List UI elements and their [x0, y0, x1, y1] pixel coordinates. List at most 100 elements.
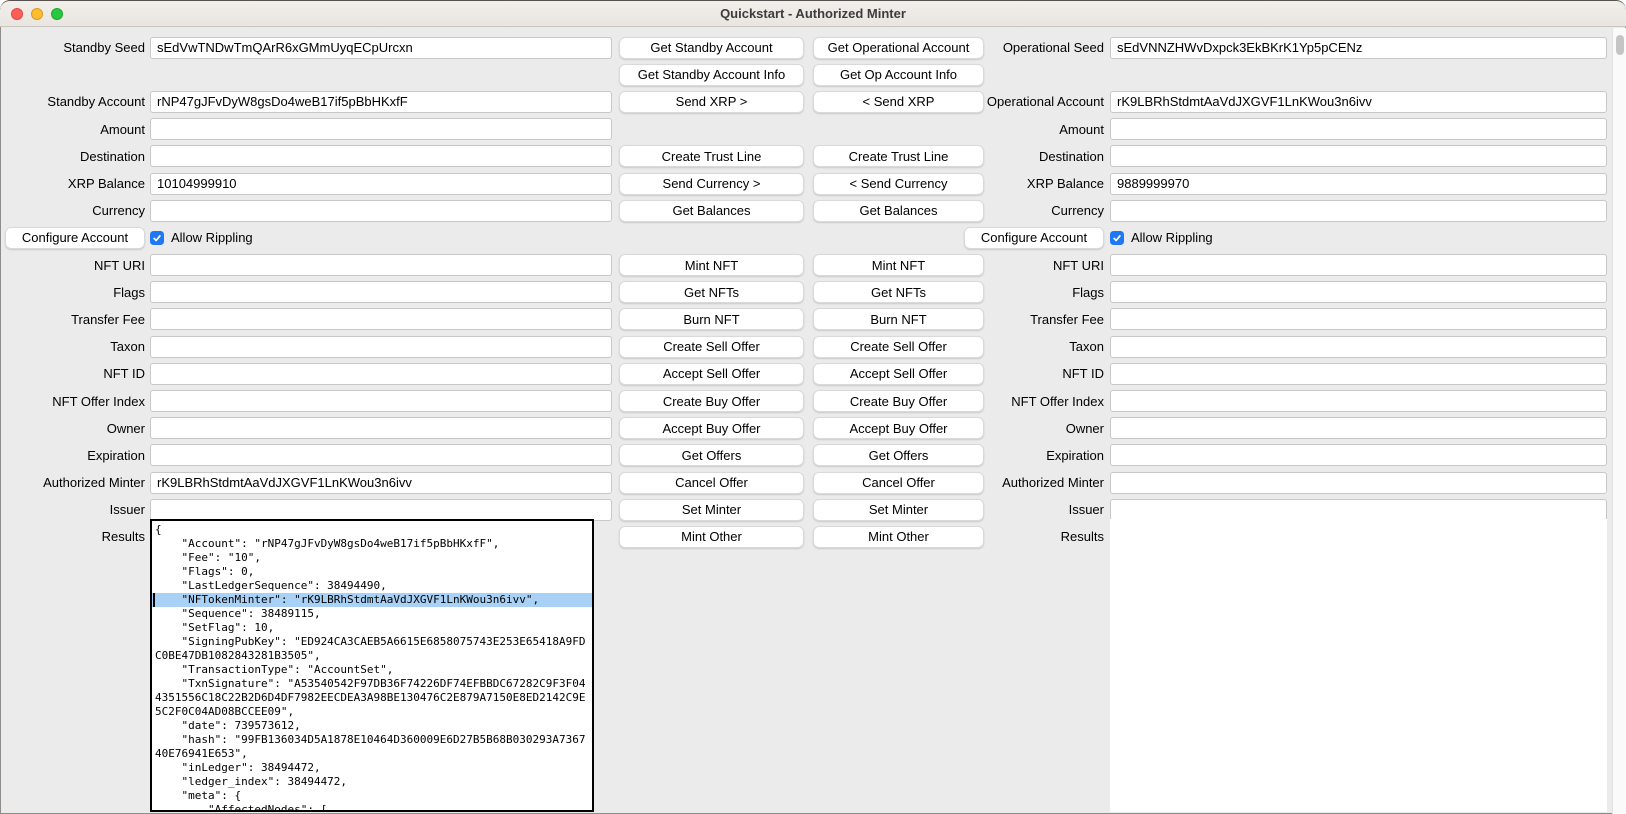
check-icon: [152, 233, 162, 243]
zoom-window-button[interactable]: [51, 8, 63, 20]
title-bar: Quickstart - Authorized Minter: [0, 0, 1626, 27]
operational-destination-input[interactable]: [1110, 145, 1607, 167]
accept-buy-offer-standby-button[interactable]: Accept Buy Offer: [619, 417, 804, 439]
allow-rippling-standby-checkbox[interactable]: [150, 231, 164, 245]
standby-nft-uri-label: NFT URI: [94, 258, 145, 273]
operational-amount-label: Amount: [1059, 122, 1104, 137]
operational-nft-offer-index-input[interactable]: [1110, 390, 1607, 412]
standby-currency-input[interactable]: [150, 200, 612, 222]
standby-xrp-balance-label: XRP Balance: [68, 176, 145, 191]
scrollbar-track[interactable]: [1612, 28, 1626, 814]
operational-nft-uri-input[interactable]: [1110, 254, 1607, 276]
standby-account-label: Standby Account: [47, 94, 145, 109]
set-minter-standby-button[interactable]: Set Minter: [619, 499, 804, 521]
cancel-offer-standby-button[interactable]: Cancel Offer: [619, 472, 804, 494]
standby-button-column: Get Standby Account Get Standby Account …: [619, 34, 804, 551]
accept-sell-offer-standby-button[interactable]: Accept Sell Offer: [619, 363, 804, 385]
standby-nft-offer-index-label: NFT Offer Index: [52, 394, 145, 409]
standby-issuer-label: Issuer: [110, 502, 145, 517]
configure-account-standby-button[interactable]: Configure Account: [5, 227, 145, 249]
operational-xrp-balance-input[interactable]: [1110, 173, 1607, 195]
operational-results-textarea[interactable]: [1110, 519, 1607, 812]
operational-nft-uri-label: NFT URI: [1053, 258, 1104, 273]
operational-entry-column: Allow Rippling: [1110, 34, 1607, 523]
mint-other-standby-button[interactable]: Mint Other: [619, 526, 804, 548]
standby-taxon-input[interactable]: [150, 336, 612, 358]
standby-owner-label: Owner: [107, 421, 145, 436]
traffic-lights: [11, 1, 63, 26]
standby-destination-label: Destination: [80, 149, 145, 164]
standby-currency-label: Currency: [92, 203, 145, 218]
operational-seed-input[interactable]: [1110, 37, 1607, 59]
operational-flags-input[interactable]: [1110, 281, 1607, 303]
burn-nft-standby-button[interactable]: Burn NFT: [619, 308, 804, 330]
operational-taxon-label: Taxon: [1069, 339, 1104, 354]
standby-nft-uri-input[interactable]: [150, 254, 612, 276]
app-window: Quickstart - Authorized Minter Standby S…: [0, 0, 1626, 814]
allow-rippling-standby-label: Allow Rippling: [171, 230, 253, 245]
operational-transfer-fee-label: Transfer Fee: [1030, 312, 1104, 327]
operational-expiration-label: Expiration: [1046, 448, 1104, 463]
standby-transfer-fee-label: Transfer Fee: [71, 312, 145, 327]
operational-nft-id-label: NFT ID: [1062, 366, 1104, 381]
standby-taxon-label: Taxon: [110, 339, 145, 354]
standby-expiration-input[interactable]: [150, 444, 612, 466]
standby-account-input[interactable]: [150, 91, 612, 113]
standby-nft-offer-index-input[interactable]: [150, 390, 612, 412]
standby-label-column: Standby Seed Standby Account Amount Dest…: [2, 34, 145, 551]
operational-amount-input[interactable]: [1110, 118, 1607, 140]
operational-nft-offer-index-label: NFT Offer Index: [1011, 394, 1104, 409]
standby-results-textarea[interactable]: { "Account": "rNP47gJFvDyW8gsDo4weB17if5…: [150, 519, 594, 812]
standby-seed-input[interactable]: [150, 37, 612, 59]
minimize-window-button[interactable]: [31, 8, 43, 20]
get-offers-standby-button[interactable]: Get Offers: [619, 444, 804, 466]
standby-nft-id-label: NFT ID: [103, 366, 145, 381]
standby-flags-input[interactable]: [150, 281, 612, 303]
standby-owner-input[interactable]: [150, 417, 612, 439]
operational-currency-label: Currency: [1051, 203, 1104, 218]
operational-destination-label: Destination: [1039, 149, 1104, 164]
operational-results-label: Results: [1061, 529, 1104, 544]
operational-flags-label: Flags: [1072, 285, 1104, 300]
operational-owner-input[interactable]: [1110, 417, 1607, 439]
main-content: Standby Seed Standby Account Amount Dest…: [0, 28, 1626, 814]
standby-authorized-minter-input[interactable]: [150, 472, 612, 494]
operational-nft-id-input[interactable]: [1110, 363, 1607, 385]
send-currency-right-button[interactable]: Send Currency >: [619, 173, 804, 195]
operational-issuer-label: Issuer: [1069, 502, 1104, 517]
configure-account-operational-button[interactable]: Configure Account: [964, 227, 1104, 249]
standby-nft-id-input[interactable]: [150, 363, 612, 385]
get-standby-account-info-button[interactable]: Get Standby Account Info: [619, 64, 804, 86]
standby-xrp-balance-input[interactable]: [150, 173, 612, 195]
standby-issuer-input[interactable]: [150, 499, 612, 521]
scrollbar-thumb[interactable]: [1616, 35, 1624, 55]
operational-account-label: Operational Account: [987, 94, 1104, 109]
operational-owner-label: Owner: [1066, 421, 1104, 436]
create-buy-offer-standby-button[interactable]: Create Buy Offer: [619, 390, 804, 412]
standby-transfer-fee-input[interactable]: [150, 308, 612, 330]
standby-seed-label: Standby Seed: [63, 40, 145, 55]
operational-label-column: Operational Seed Operational Account Amo…: [956, 34, 1104, 551]
operational-transfer-fee-input[interactable]: [1110, 308, 1607, 330]
operational-account-input[interactable]: [1110, 91, 1607, 113]
operational-currency-input[interactable]: [1110, 200, 1607, 222]
mint-nft-standby-button[interactable]: Mint NFT: [619, 254, 804, 276]
operational-expiration-input[interactable]: [1110, 444, 1607, 466]
operational-results-text: [1110, 519, 1607, 523]
close-window-button[interactable]: [11, 8, 23, 20]
standby-destination-input[interactable]: [150, 145, 612, 167]
operational-seed-label: Operational Seed: [1003, 40, 1104, 55]
operational-issuer-input[interactable]: [1110, 499, 1607, 521]
operational-authorized-minter-input[interactable]: [1110, 472, 1607, 494]
get-balances-standby-button[interactable]: Get Balances: [619, 200, 804, 222]
operational-taxon-input[interactable]: [1110, 336, 1607, 358]
get-nfts-standby-button[interactable]: Get NFTs: [619, 281, 804, 303]
standby-amount-input[interactable]: [150, 118, 612, 140]
standby-amount-label: Amount: [100, 122, 145, 137]
allow-rippling-operational-checkbox[interactable]: [1110, 231, 1124, 245]
get-standby-account-button[interactable]: Get Standby Account: [619, 37, 804, 59]
standby-authorized-minter-label: Authorized Minter: [43, 475, 145, 490]
create-sell-offer-standby-button[interactable]: Create Sell Offer: [619, 336, 804, 358]
send-xrp-right-button[interactable]: Send XRP >: [619, 91, 804, 113]
create-trust-line-standby-button[interactable]: Create Trust Line: [619, 145, 804, 167]
